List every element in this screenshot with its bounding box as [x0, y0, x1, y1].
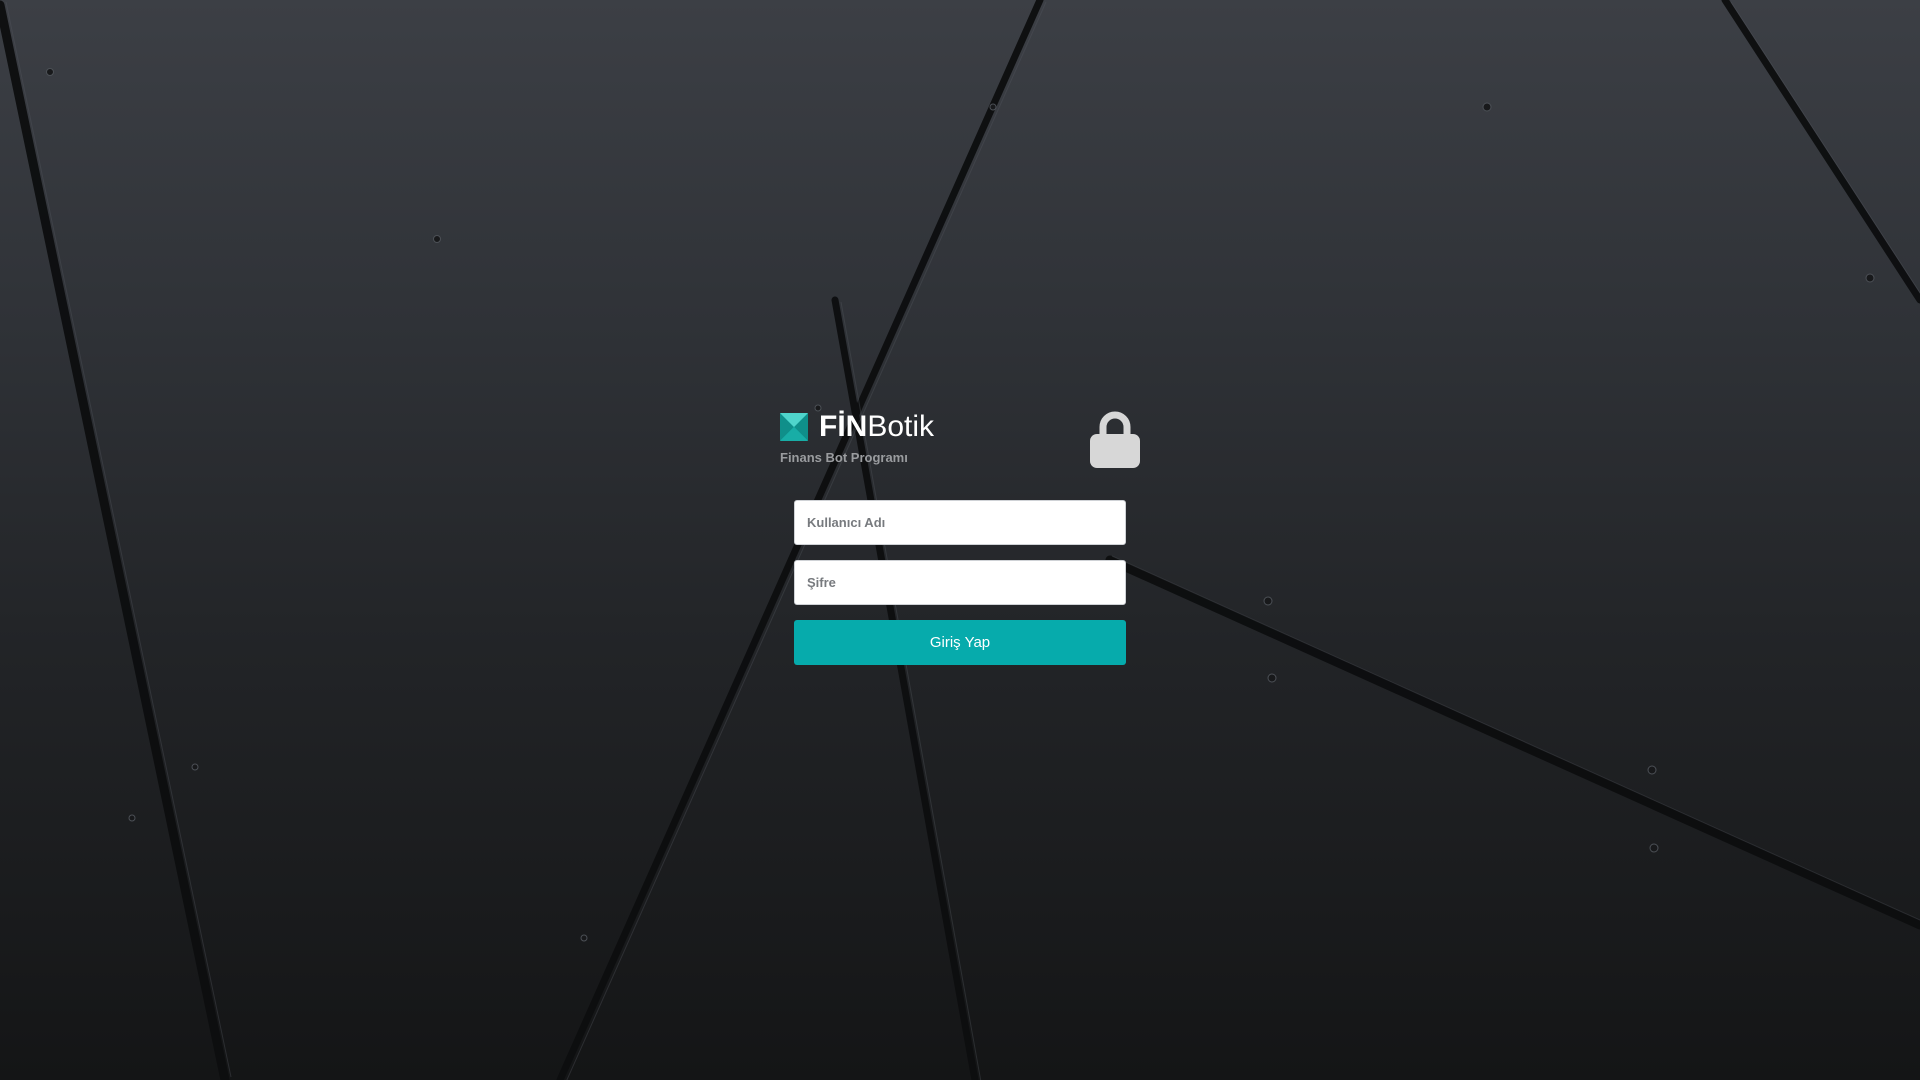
brand-name: FİNBotik: [819, 410, 934, 444]
brand-tagline: Finans Bot Programı: [780, 450, 908, 465]
username-input[interactable]: [794, 500, 1126, 545]
login-button[interactable]: Giriş Yap: [794, 620, 1126, 665]
brand: FİNBotik: [780, 410, 934, 444]
brand-name-bold: FİN: [819, 410, 868, 443]
login-form: Giriş Yap: [794, 500, 1126, 665]
password-input[interactable]: [794, 560, 1126, 605]
lock-icon: [1090, 411, 1140, 468]
brand-name-regular: Botik: [867, 410, 935, 443]
brand-header: FİNBotik Finans Bot Programı: [780, 410, 1140, 490]
login-panel: FİNBotik Finans Bot Programı Giriş Yap: [780, 410, 1140, 665]
finbotik-logo-icon: [780, 413, 808, 441]
